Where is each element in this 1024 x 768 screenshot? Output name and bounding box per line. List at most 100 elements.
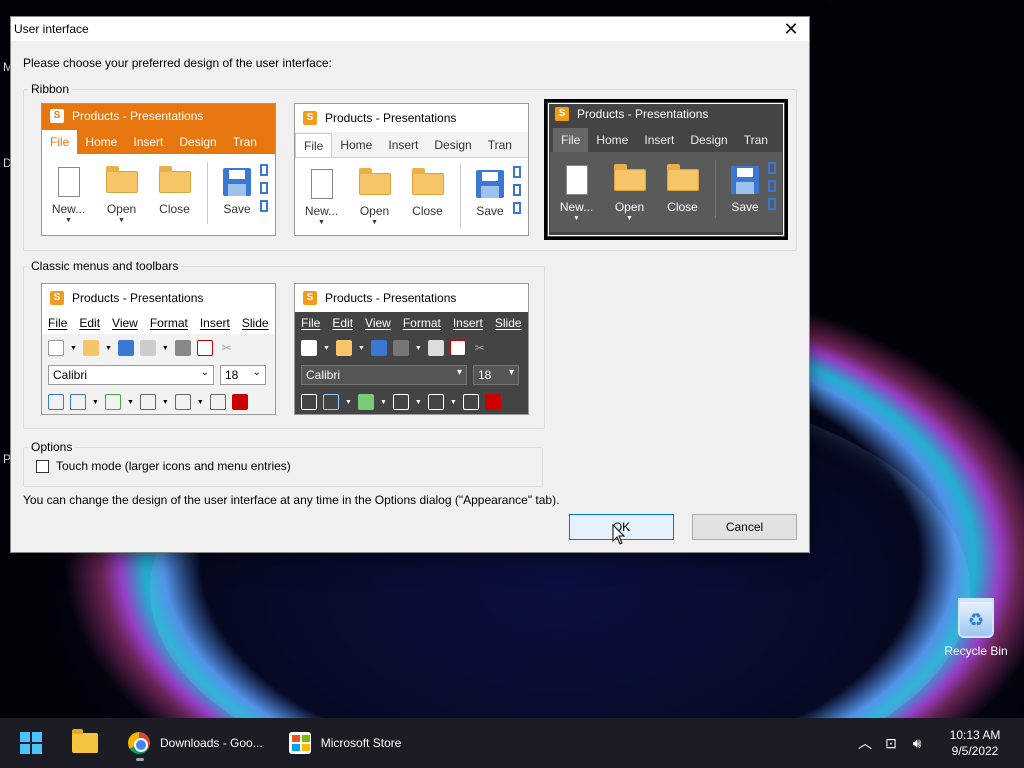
font-name-combo: Calibri ⌄	[48, 365, 214, 385]
close-folder-icon	[666, 164, 699, 191]
preview-titlebar: S Products - Presentations	[295, 284, 528, 312]
ribbon-orange-preview[interactable]: S Products - Presentations File Home Ins…	[41, 103, 276, 236]
store-taskbar-button[interactable]: Microsoft Store	[281, 723, 410, 763]
preview-save-button: Save	[214, 162, 260, 235]
preview-titlebar: S Products - Presentations	[295, 104, 528, 132]
preview-ribbon-tabs: File Home Insert Design Tran	[295, 132, 528, 158]
footnote-text: You can change the design of the user in…	[23, 493, 560, 507]
recycle-bin-desktop-icon[interactable]: Recycle Bin	[940, 598, 1012, 658]
system-tray: ︿ ⊡ 🔊︎ 10:13 AM 9/5/2022	[852, 718, 1024, 768]
clock-date: 9/5/2022	[951, 744, 999, 758]
ole-icon	[174, 394, 191, 410]
recycle-bin-icon	[958, 598, 994, 638]
textframe-icon	[301, 394, 317, 410]
cut-icon: ✂	[221, 341, 232, 355]
preview-new-button: New... ▼	[295, 164, 348, 235]
dialog-title: User interface	[14, 22, 89, 36]
preview-tab: Home	[596, 133, 629, 147]
app-logo-icon: S	[303, 111, 317, 125]
touch-mode-checkbox[interactable]	[36, 459, 49, 473]
preview-close-button: Close	[401, 164, 454, 235]
preview-menu-item: Slide	[494, 316, 522, 330]
preview-menu-bar: File Edit View Format Insert Slide	[295, 312, 528, 334]
chrome-taskbar-label: Downloads - Goo...	[160, 736, 263, 750]
preview-tab: File	[42, 130, 78, 154]
save-icon	[370, 340, 387, 356]
preview-menu-item: Format	[402, 316, 441, 330]
save-icon	[476, 170, 504, 198]
classic-dark-preview[interactable]: S Products - Presentations File Edit Vie…	[294, 283, 529, 415]
preview-save-button: Save	[467, 164, 513, 235]
table-icon	[323, 394, 339, 410]
preview-open-button: Open ▼	[348, 164, 401, 235]
preview-title: Products - Presentations	[577, 107, 709, 121]
chart-icon	[139, 394, 156, 410]
preview-menu-item: Format	[149, 316, 188, 330]
app-logo-icon: S	[555, 107, 569, 121]
mini-icons	[260, 162, 268, 235]
clock[interactable]: 10:13 AM 9/5/2022	[938, 727, 1012, 759]
ribbon-dark-preview-selected[interactable]: S Products - Presentations File Home Ins…	[544, 99, 788, 240]
picture-icon	[357, 394, 374, 410]
preview-ribbon: New... ▼ Open ▼ Close Save	[550, 152, 782, 232]
preview-title: Products - Presentations	[72, 291, 204, 305]
running-indicator	[136, 758, 144, 761]
dialog-titlebar[interactable]: User interface ✕	[11, 17, 809, 41]
touch-mode-label: Touch mode (larger icons and menu entrie…	[56, 459, 291, 473]
preview-tab: Design	[179, 135, 217, 149]
open-folder-icon	[82, 340, 99, 356]
preview-menu-item: File	[48, 316, 68, 330]
chart-icon	[392, 394, 409, 410]
touch-mode-option[interactable]: Touch mode (larger icons and menu entrie…	[36, 459, 291, 473]
preview-ribbon: New... ▼ Open ▼ Close Save	[295, 158, 528, 235]
preview-ribbon-tabs: File Home Insert Design Tran	[547, 126, 785, 152]
preview-toolbar: ▼ ▼ ▼ ✂	[295, 334, 528, 362]
chrome-icon	[128, 732, 150, 754]
classic-light-preview[interactable]: S Products - Presentations File Edit Vie…	[41, 283, 276, 415]
network-icon[interactable]: ⊡	[878, 735, 904, 752]
show-hidden-icons-chevron-icon[interactable]: ︿	[852, 733, 878, 753]
new-document-icon	[48, 340, 64, 356]
mini-icons	[513, 164, 521, 235]
preview-titlebar: S Products - Presentations	[547, 102, 785, 126]
dialog-prompt: Please choose your preferred design of t…	[23, 56, 332, 70]
close-button[interactable]: ✕	[781, 19, 801, 39]
formula-icon	[209, 394, 226, 410]
save-all-icon	[392, 340, 409, 356]
formula-icon	[462, 394, 479, 410]
start-button[interactable]	[12, 723, 50, 763]
new-document-icon	[310, 169, 333, 199]
recycle-bin-label: Recycle Bin	[944, 644, 1008, 658]
pdf-icon	[196, 340, 213, 356]
textart-icon	[231, 394, 248, 410]
taskbar: Downloads - Goo... Microsoft Store ︿ ⊡ 🔊…	[0, 718, 1024, 768]
open-folder-icon	[358, 168, 391, 195]
preview-ribbon: New... ▼ Open ▼ Close Save	[42, 154, 275, 235]
preview-toolbar-2: ▼ ▼ ▼ ▼	[42, 388, 275, 414]
close-icon: ✕	[783, 19, 799, 39]
preview-tab: Tran	[232, 135, 257, 149]
clock-time: 10:13 AM	[949, 728, 1001, 742]
preview-format-bar: Calibri ▾ 18 ▾	[295, 362, 528, 388]
chrome-taskbar-button[interactable]: Downloads - Goo...	[120, 723, 271, 763]
file-explorer-button[interactable]	[64, 723, 106, 763]
open-folder-icon	[105, 166, 138, 193]
ribbon-light-preview[interactable]: S Products - Presentations File Home Ins…	[294, 103, 529, 236]
new-document-icon	[565, 165, 588, 195]
preview-tab: Home	[340, 138, 373, 152]
preview-title: Products - Presentations	[325, 291, 457, 305]
cancel-button[interactable]: Cancel	[692, 514, 797, 540]
preview-menu-item: Edit	[332, 316, 354, 330]
classic-group-label: Classic menus and toolbars	[28, 259, 182, 273]
preview-toolbar-2: ▼ ▼ ▼ ▼	[295, 388, 528, 414]
preview-menu-item: Insert	[452, 316, 483, 330]
new-document-icon	[57, 167, 80, 197]
volume-icon[interactable]: 🔊︎	[904, 735, 930, 752]
ole-icon	[427, 394, 444, 410]
preview-tab: File	[295, 133, 333, 157]
preview-tab: Home	[85, 135, 118, 149]
font-size-combo: 18 ⌄	[220, 365, 266, 385]
preview-ribbon-tabs: File Home Insert Design Tran	[42, 128, 275, 154]
cut-icon: ✂	[474, 341, 485, 355]
open-folder-icon	[613, 164, 646, 191]
